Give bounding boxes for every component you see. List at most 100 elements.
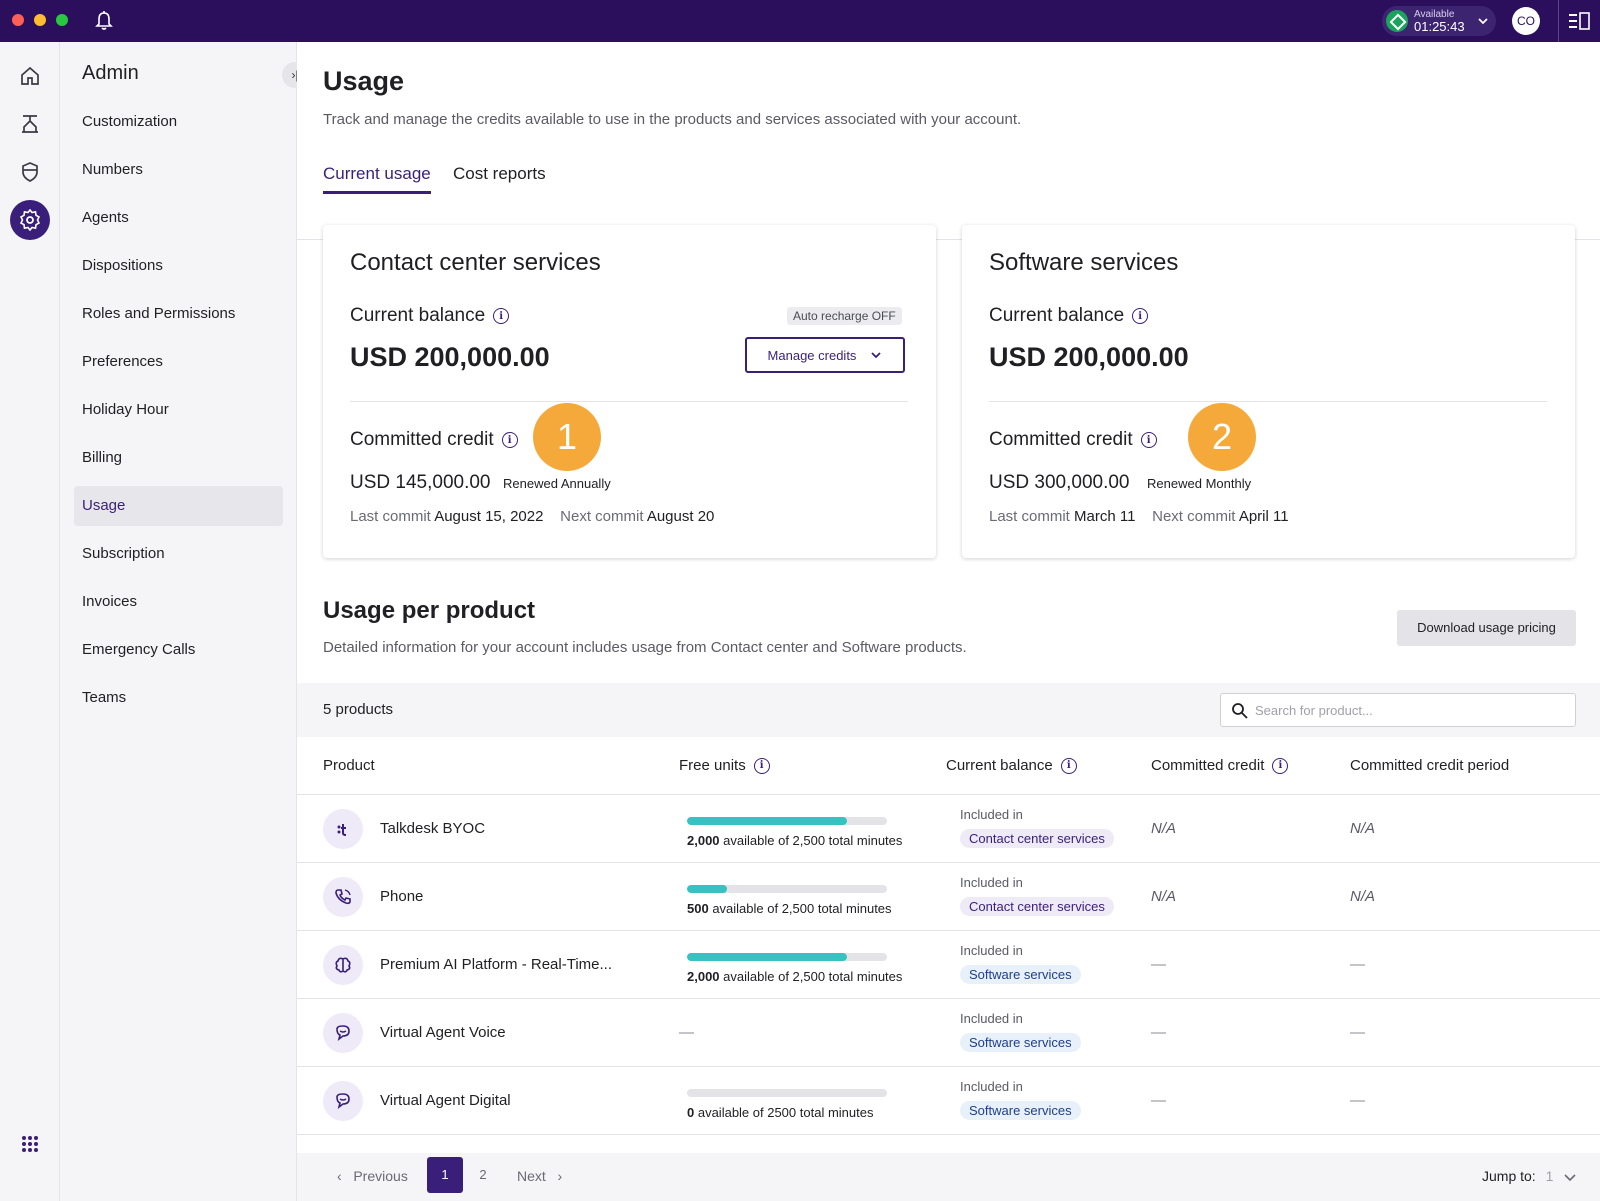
info-icon[interactable]: i [501,432,518,448]
sidebar-item-agents[interactable]: Agents [74,198,283,238]
column-header-product[interactable]: Product [323,757,375,774]
manage-credits-button[interactable]: Manage credits [745,337,905,373]
agent-status-selector[interactable]: Available 01:25:43 [1382,6,1496,36]
renewed-period: Monthly [1205,476,1252,491]
window-minimize-button[interactable] [34,14,46,26]
included-service-badge[interactable]: Contact center services [960,897,1114,916]
committed-period-cell: N/A [1350,820,1376,837]
committed-credit-cell: N/A [1151,888,1177,905]
sidebar-item-invoices[interactable]: Invoices [74,582,283,622]
info-icon[interactable]: i [1132,308,1149,324]
included-service-badge[interactable]: Software services [960,1101,1081,1120]
free-units-bar [687,953,887,961]
sidebar-item-usage[interactable]: Usage [74,486,283,526]
grid-icon [22,1136,38,1152]
current-balance-label: Current balance i [350,305,510,327]
side-panel-icon[interactable] [1568,12,1590,30]
search-box [1220,693,1576,727]
included-service-badge[interactable]: Contact center services [960,829,1114,848]
last-commit-label: Last commit [989,508,1070,525]
sidebar-item-numbers[interactable]: Numbers [74,150,283,190]
free-units-bar [687,1089,887,1097]
last-commit-date: August 15, 2022 [434,508,544,525]
page-button-2[interactable]: 2 [465,1157,501,1193]
current-balance-value: USD 200,000.00 [350,342,550,372]
contact-center-card: Contact center services Current balance … [323,225,936,558]
table-header: Product Free units i Current balance i C… [297,737,1600,795]
renewed-period: Annually [560,476,611,491]
previous-page-button[interactable]: ‹ Previous [337,1168,408,1184]
column-header-current-balance[interactable]: Current balance i [946,757,1077,774]
column-header-free-units[interactable]: Free units i [679,757,770,774]
tab-cost-reports[interactable]: Cost reports [453,154,546,194]
chat-bot-icon [323,1081,363,1121]
next-commit-date: April 11 [1238,508,1289,525]
security-button[interactable] [10,152,50,192]
title-bar: Available 01:25:43 CO [0,0,1600,42]
free-units-available: 2,000 [687,969,720,984]
committed-period-cell: — [1350,1024,1365,1041]
last-commit-date: March 11 [1074,508,1136,525]
info-icon[interactable]: i [753,757,770,774]
home-button[interactable] [10,56,50,96]
included-service-badge[interactable]: Software services [960,965,1081,984]
sidebar-item-subscription[interactable]: Subscription [74,534,283,574]
jump-to-page[interactable]: Jump to: 1 [1482,1168,1577,1184]
free-units-cell: — [679,1024,694,1041]
admin-sidenav: Admin ›| Customization Numbers Agents Di… [60,42,308,1201]
included-in-label: Included in [960,875,1023,890]
sidebar-item-roles-permissions[interactable]: Roles and Permissions [74,294,283,334]
committed-credit-cell: N/A [1151,820,1177,837]
download-usage-pricing-button[interactable]: Download usage pricing [1397,610,1576,646]
card-title: Software services [989,249,1179,276]
table-row[interactable]: Premium AI Platform - Real-Time... 2,000… [297,931,1600,999]
table-row[interactable]: Talkdesk BYOC 2,000 available of 2,500 t… [297,795,1600,863]
committed-credit-label: Committed credit i [989,429,1157,451]
sidebar-item-teams[interactable]: Teams [74,678,283,718]
sidebar-item-customization[interactable]: Customization [74,102,283,142]
sidebar-item-dispositions[interactable]: Dispositions [74,246,283,286]
window-close-button[interactable] [12,14,24,26]
table-row[interactable]: Virtual Agent Digital 0 available of 250… [297,1067,1600,1135]
free-units-total: available of 2,500 total minutes [719,833,903,848]
committed-credit-value: USD 145,000.00 [350,472,491,493]
app-launcher-button[interactable] [10,1124,50,1164]
manage-credits-label: Manage credits [767,347,857,363]
free-units-bar [687,885,887,893]
tab-current-usage[interactable]: Current usage [323,154,431,194]
table-row[interactable]: Virtual Agent Voice — Included in Softwa… [297,999,1600,1067]
bell-icon[interactable] [94,10,114,32]
window-zoom-button[interactable] [56,14,68,26]
table-row[interactable]: Phone 500 available of 2,500 total minut… [297,863,1600,931]
info-icon[interactable]: i [1272,757,1289,774]
column-header-label: Committed credit period [1350,757,1510,774]
info-icon[interactable]: i [493,308,510,324]
status-available-icon [1386,10,1408,32]
sidebar-item-emergency-calls[interactable]: Emergency Calls [74,630,283,670]
column-header-committed-credit[interactable]: Committed credit i [1151,757,1289,774]
free-units-bar-fill [687,953,847,961]
chevron-down-icon [1478,18,1488,25]
free-units-text: 2,000 available of 2,500 total minutes [687,833,902,848]
admin-settings-button[interactable] [10,200,50,240]
sidebar-item-billing[interactable]: Billing [74,438,283,478]
page-button-1[interactable]: 1 [427,1157,463,1193]
search-input[interactable] [1255,694,1565,726]
sidebar-item-preferences[interactable]: Preferences [74,342,283,382]
renewed-prefix: Renewed [1147,476,1202,491]
free-units-text: 2,000 available of 2,500 total minutes [687,969,902,984]
avatar[interactable]: CO [1512,7,1540,35]
routing-button[interactable] [10,104,50,144]
free-units-total: available of 2500 total minutes [694,1105,874,1120]
column-header-committed-credit-period[interactable]: Committed credit period [1350,757,1509,774]
included-service-badge[interactable]: Software services [960,1033,1081,1052]
info-icon[interactable]: i [1140,432,1157,448]
next-page-button[interactable]: Next › [517,1168,562,1184]
included-in-label: Included in [960,807,1023,822]
current-balance-text: Current balance [989,305,1125,326]
free-units-text: 500 available of 2,500 total minutes [687,901,892,916]
sidebar-item-holiday-hour[interactable]: Holiday Hour [74,390,283,430]
callout-marker: 2 [1188,403,1256,471]
brain-icon [323,945,363,985]
info-icon[interactable]: i [1060,757,1077,774]
